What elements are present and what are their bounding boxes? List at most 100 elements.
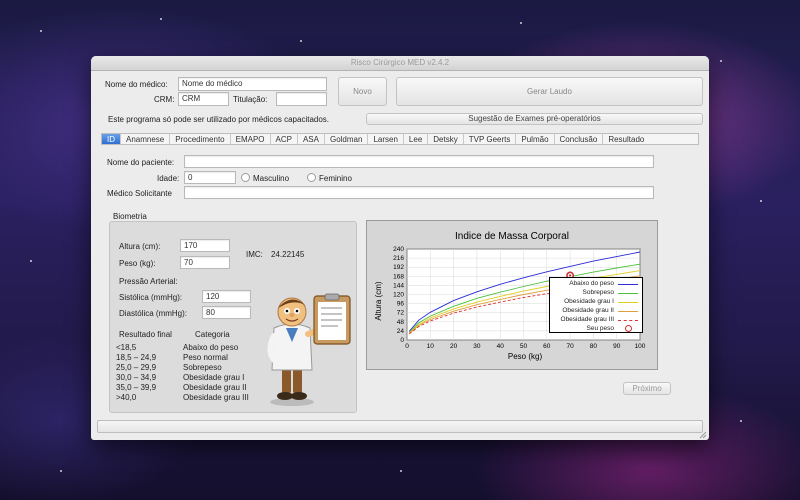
chart-legend: Abaixo do peso Sobrepeso Obesidade grau … xyxy=(549,277,643,333)
diastolica-label: Diastólica (mmHg): xyxy=(119,309,188,318)
tab-goldman[interactable]: Goldman xyxy=(325,134,369,144)
peso-label: Peso (kg): xyxy=(119,259,156,268)
x-tick-label: 50 xyxy=(520,343,528,350)
titulacao-label: Titulação: xyxy=(233,95,268,104)
legend-label: Obesidade grau I xyxy=(564,298,614,305)
resize-grip-icon[interactable] xyxy=(698,430,707,439)
tab-asa[interactable]: ASA xyxy=(298,134,325,144)
x-tick-label: 100 xyxy=(635,343,646,350)
tab-pulmao[interactable]: Pulmão xyxy=(516,134,555,144)
bmi-range: <18,5 xyxy=(116,343,137,352)
titulacao-field[interactable] xyxy=(276,92,327,106)
masculino-label: Masculino xyxy=(253,174,290,183)
tab-procedimento[interactable]: Procedimento xyxy=(170,134,231,144)
crm-field[interactable]: CRM xyxy=(178,92,229,106)
progress-bar xyxy=(97,420,703,433)
tab-tvp-geerts[interactable]: TVP Geerts xyxy=(464,134,517,144)
tab-resultado[interactable]: Resultado xyxy=(603,134,649,144)
medico-label: Nome do médico: xyxy=(105,80,168,89)
legend-label: Sobrepeso xyxy=(582,289,614,296)
tab-emapo[interactable]: EMAPO xyxy=(231,134,271,144)
nome-paciente-label: Nome do paciente: xyxy=(107,158,175,167)
tab-conclusao[interactable]: Conclusão xyxy=(555,134,604,144)
legend-item: Seu peso xyxy=(550,325,642,334)
y-tick-label: 24 xyxy=(397,328,405,335)
gerar-laudo-button[interactable]: Gerar Laudo xyxy=(396,77,703,106)
x-tick-label: 0 xyxy=(405,343,409,350)
y-tick-label: 192 xyxy=(393,264,404,271)
idade-field[interactable]: 0 xyxy=(184,171,236,184)
legend-label: Seu peso xyxy=(586,325,614,332)
window-title: Risco Cirúrgico MED v2.4.2 xyxy=(350,58,450,67)
tab-lee[interactable]: Lee xyxy=(404,134,429,144)
y-tick-label: 48 xyxy=(397,319,405,326)
x-tick-label: 30 xyxy=(473,343,481,350)
diastolica-field[interactable]: 80 xyxy=(202,306,251,319)
chart-xlabel: Peso (kg) xyxy=(508,352,543,361)
altura-label: Altura (cm): xyxy=(119,242,161,251)
chart-title: Indice de Massa Corporal xyxy=(455,231,569,242)
bmi-range: 18,5 – 24,9 xyxy=(116,353,157,362)
bmi-category: Abaixo do peso xyxy=(183,343,239,352)
title-bar[interactable]: Risco Cirúrgico MED v2.4.2 xyxy=(91,56,709,71)
y-tick-label: 96 xyxy=(397,301,405,308)
medico-name-field[interactable]: Nome do médico xyxy=(178,77,327,91)
bmi-category: Obesidade grau II xyxy=(183,383,247,392)
sistolica-label: Sistólica (mmHg): xyxy=(119,293,183,302)
chart-ylabel: Altura (cm) xyxy=(374,281,383,320)
bmi-category: Obesidade grau III xyxy=(183,393,249,402)
bmi-range: >40,0 xyxy=(116,393,137,402)
legend-item: Abaixo do peso xyxy=(550,280,642,289)
idade-label: Idade: xyxy=(157,174,180,183)
solicitante-field[interactable] xyxy=(184,186,654,199)
nome-paciente-field[interactable] xyxy=(184,155,654,168)
y-tick-label: 168 xyxy=(393,273,404,280)
feminino-label: Feminino xyxy=(319,174,352,183)
solicitante-label: Médico Solicitante xyxy=(107,189,172,198)
doctor-clipboard-icon xyxy=(267,293,351,406)
bmi-range: 30,0 – 34,9 xyxy=(116,373,157,382)
legend-item: Sobrepeso xyxy=(550,289,642,298)
y-tick-label: 72 xyxy=(397,310,405,317)
biometria-title: Biometria xyxy=(113,212,147,221)
legend-label: Obesidade grau II xyxy=(562,307,614,314)
y-tick-label: 120 xyxy=(393,292,404,299)
tab-id[interactable]: ID xyxy=(102,134,121,144)
sugestao-exames-button[interactable]: Sugestão de Exames pré-operatórios xyxy=(366,113,703,125)
tab-larsen[interactable]: Larsen xyxy=(368,134,404,144)
y-tick-label: 0 xyxy=(400,337,404,344)
sistolica-field[interactable]: 120 xyxy=(202,290,251,303)
x-tick-label: 70 xyxy=(566,343,574,350)
categoria-header: Categoria xyxy=(195,330,230,339)
bmi-category: Obesidade grau I xyxy=(183,373,245,382)
peso-field[interactable]: 70 xyxy=(180,256,230,269)
legend-point-marker xyxy=(625,325,632,332)
bmi-category: Peso normal xyxy=(183,353,228,362)
biometria-group: Altura (cm): 170 IMC: 24.22145 Peso (kg)… xyxy=(109,221,357,413)
bmi-chart: Indice de Massa Corporal Peso (kg) Altur… xyxy=(366,220,658,370)
y-tick-label: 144 xyxy=(393,282,404,289)
masculino-radio[interactable] xyxy=(241,173,250,182)
legend-item: Obesidade grau III xyxy=(550,316,642,325)
tab-bar: ID Anamnese Procedimento EMAPO ACP ASA G… xyxy=(101,133,699,145)
x-tick-label: 20 xyxy=(450,343,458,350)
imc-label: IMC: xyxy=(246,250,263,259)
app-window: Risco Cirúrgico MED v2.4.2 Nome do médic… xyxy=(91,56,709,440)
x-tick-label: 10 xyxy=(427,343,435,350)
x-tick-label: 60 xyxy=(543,343,551,350)
tab-detsky[interactable]: Detsky xyxy=(428,134,464,144)
proximo-button[interactable]: Próximo xyxy=(623,382,671,395)
tab-anamnese[interactable]: Anamnese xyxy=(121,134,171,144)
bmi-range: 25,0 – 29,9 xyxy=(116,363,157,372)
altura-field[interactable]: 170 xyxy=(180,239,230,252)
x-tick-label: 40 xyxy=(497,343,505,350)
pressao-label: Pressão Arterial: xyxy=(119,277,178,286)
tab-acp[interactable]: ACP xyxy=(271,134,298,144)
crm-label: CRM: xyxy=(154,95,175,104)
y-tick-label: 240 xyxy=(393,246,404,253)
bmi-category: Sobrepeso xyxy=(183,363,222,372)
imc-value: 24.22145 xyxy=(271,250,305,259)
feminino-radio[interactable] xyxy=(307,173,316,182)
novo-button[interactable]: Novo xyxy=(338,77,387,106)
legend-label: Abaixo do peso xyxy=(569,280,614,287)
